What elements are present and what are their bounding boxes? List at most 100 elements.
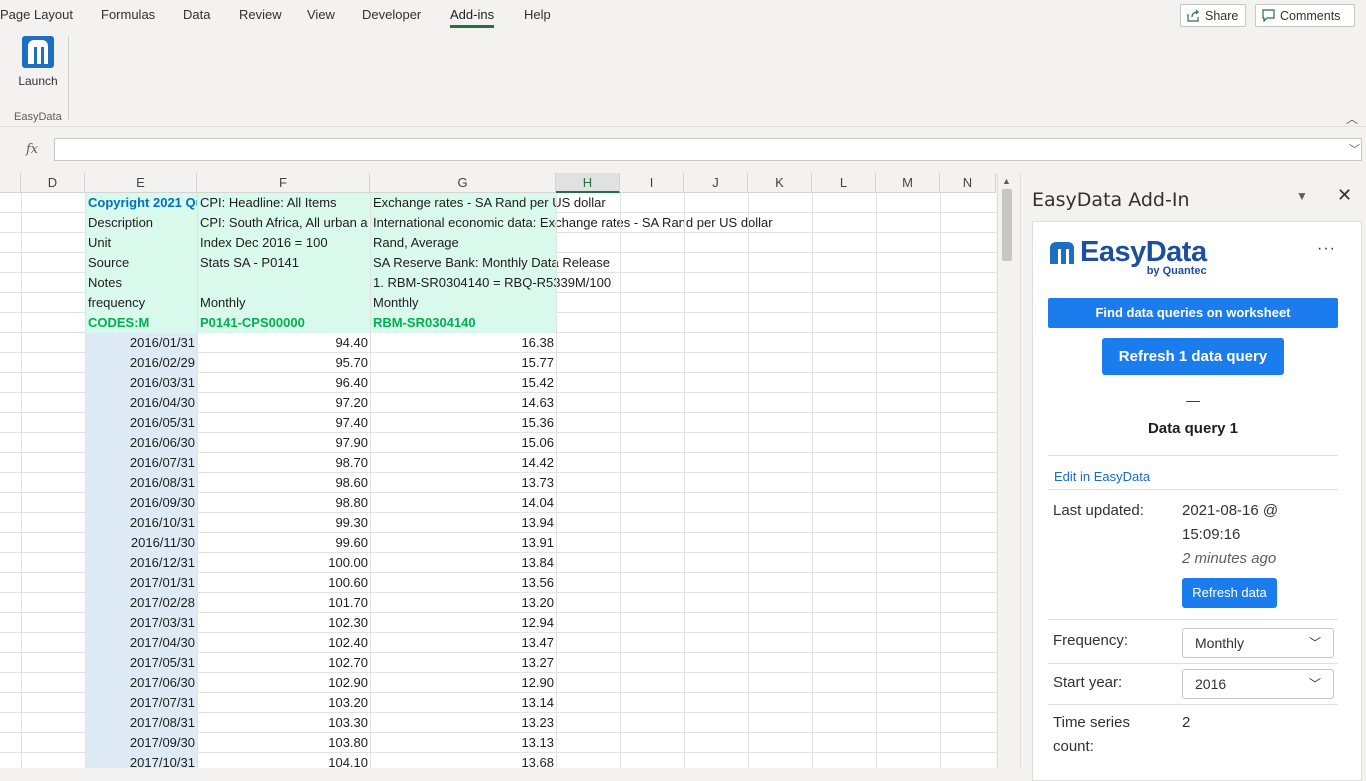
cell-e18[interactable]: 2016/11/30	[86, 533, 197, 553]
cell-e14[interactable]: 2016/07/31	[86, 453, 197, 473]
cell-f19[interactable]: 100.00	[198, 553, 370, 573]
cell-f28[interactable]: 103.80	[198, 733, 370, 753]
cell-f26[interactable]: 103.20	[198, 693, 370, 713]
column-header-h[interactable]: H	[556, 173, 620, 193]
tab-page-layout[interactable]: Page Layout	[0, 7, 73, 22]
cell-g19[interactable]: 13.84	[371, 553, 556, 573]
cell-f23[interactable]: 102.40	[198, 633, 370, 653]
edit-in-easydata-link[interactable]: Edit in EasyData	[1054, 469, 1150, 484]
cell-e12[interactable]: 2016/05/31	[86, 413, 197, 433]
cell-e22[interactable]: 2017/03/31	[86, 613, 197, 633]
cell-g20[interactable]: 13.56	[371, 573, 556, 593]
cell-g28[interactable]: 13.13	[371, 733, 556, 753]
cell-g8[interactable]: 16.38	[371, 333, 556, 353]
cell-g18[interactable]: 13.91	[371, 533, 556, 553]
cell-g9[interactable]: 15.77	[371, 353, 556, 373]
cell-e27[interactable]: 2017/08/31	[86, 713, 197, 733]
cell-e16[interactable]: 2016/09/30	[86, 493, 197, 513]
frequency-select[interactable]: Monthly ﹀	[1182, 628, 1334, 658]
scroll-up-icon[interactable]: ▲	[1002, 176, 1011, 186]
cell-g25[interactable]: 12.90	[371, 673, 556, 693]
cell-e13[interactable]: 2016/06/30	[86, 433, 197, 453]
cell-f27[interactable]: 103.30	[198, 713, 370, 733]
cell-f4[interactable]: Stats SA - P0141	[198, 253, 301, 273]
cell-g15[interactable]: 13.73	[371, 473, 556, 493]
column-header-n[interactable]: N	[940, 173, 996, 193]
cell-e11[interactable]: 2016/04/30	[86, 393, 197, 413]
cell-f6[interactable]: Monthly	[198, 293, 248, 313]
formula-input[interactable]	[54, 138, 1362, 161]
cell-g13[interactable]: 15.06	[371, 433, 556, 453]
tab-data[interactable]: Data	[183, 7, 210, 22]
cell-g21[interactable]: 13.20	[371, 593, 556, 613]
cell-g29[interactable]: 13.68	[371, 753, 556, 768]
cell-e7[interactable]: CODES:M	[86, 313, 198, 333]
cell-e10[interactable]: 2016/03/31	[86, 373, 197, 393]
cell-f29[interactable]: 104.10	[198, 753, 370, 768]
cell-e29[interactable]: 2017/10/31	[86, 753, 197, 768]
cell-g6[interactable]: Monthly	[371, 293, 421, 313]
more-options-icon[interactable]: ···	[1317, 240, 1336, 258]
cell-e17[interactable]: 2016/10/31	[86, 513, 197, 533]
cell-e15[interactable]: 2016/08/31	[86, 473, 197, 493]
cell-f5[interactable]	[198, 273, 202, 293]
cell-g17[interactable]: 13.94	[371, 513, 556, 533]
worksheet-grid[interactable]: DEFGHIJKLMN Copyright 2021 Qu CPI: Headli…	[0, 173, 996, 768]
column-header-k[interactable]: K	[748, 173, 812, 193]
refresh-data-button[interactable]: Refresh data	[1182, 578, 1277, 608]
column-header-i[interactable]: I	[620, 173, 684, 193]
cell-g10[interactable]: 15.42	[371, 373, 556, 393]
cell-g27[interactable]: 13.23	[371, 713, 556, 733]
find-queries-button[interactable]: Find data queries on worksheet	[1048, 298, 1338, 328]
cell-g5[interactable]: 1. RBM-SR0304140 = RBQ-R5339M/100	[371, 273, 613, 293]
column-header-l[interactable]: L	[812, 173, 876, 193]
tab-add-ins[interactable]: Add-ins	[450, 7, 495, 28]
cell-e8[interactable]: 2016/01/31	[86, 333, 197, 353]
cell-f10[interactable]: 96.40	[198, 373, 370, 393]
cell-e23[interactable]: 2017/04/30	[86, 633, 197, 653]
cell-f12[interactable]: 97.40	[198, 413, 370, 433]
tab-developer[interactable]: Developer	[362, 7, 421, 22]
column-header-m[interactable]: M	[876, 173, 940, 193]
cell-e1[interactable]: Copyright 2021 Qu	[86, 193, 198, 213]
cell-e26[interactable]: 2017/07/31	[86, 693, 197, 713]
cell-f22[interactable]: 102.30	[198, 613, 370, 633]
cell-f21[interactable]: 101.70	[198, 593, 370, 613]
cell-g2[interactable]: International economic data: Exchange ra…	[371, 213, 775, 233]
cell-e5[interactable]: Notes	[86, 273, 198, 293]
cell-f20[interactable]: 100.60	[198, 573, 370, 593]
cell-e21[interactable]: 2017/02/28	[86, 593, 197, 613]
chevron-down-icon[interactable]: ﹀	[1349, 141, 1360, 157]
cell-f8[interactable]: 94.40	[198, 333, 370, 353]
cell-e24[interactable]: 2017/05/31	[86, 653, 197, 673]
share-button[interactable]: Share	[1180, 4, 1246, 27]
cell-e25[interactable]: 2017/06/30	[86, 673, 197, 693]
tab-help[interactable]: Help	[524, 7, 551, 22]
tab-review[interactable]: Review	[239, 7, 282, 22]
cell-f16[interactable]: 98.80	[198, 493, 370, 513]
cell-g12[interactable]: 15.36	[371, 413, 556, 433]
cell-e3[interactable]: Unit	[86, 233, 198, 253]
launch-button[interactable]: Launch	[12, 36, 64, 92]
start-year-select[interactable]: 2016 ﹀	[1182, 669, 1334, 699]
column-header-j[interactable]: J	[684, 173, 748, 193]
refresh-queries-button[interactable]: Refresh 1 data query	[1102, 338, 1284, 375]
cell-g1[interactable]: Exchange rates - SA Rand per US dollar	[371, 193, 608, 213]
cell-f15[interactable]: 98.60	[198, 473, 370, 493]
comments-button[interactable]: Comments	[1255, 4, 1355, 27]
cell-e6[interactable]: frequency	[86, 293, 198, 313]
close-icon[interactable]: ✕	[1337, 185, 1352, 206]
cell-f3[interactable]: Index Dec 2016 = 100	[198, 233, 330, 253]
cell-f14[interactable]: 98.70	[198, 453, 370, 473]
cell-g23[interactable]: 13.47	[371, 633, 556, 653]
cell-e4[interactable]: Source	[86, 253, 198, 273]
cell-f24[interactable]: 102.70	[198, 653, 370, 673]
cell-f17[interactable]: 99.30	[198, 513, 370, 533]
cell-f11[interactable]: 97.20	[198, 393, 370, 413]
cell-f9[interactable]: 95.70	[198, 353, 370, 373]
cell-f1[interactable]: CPI: Headline: All Items	[198, 193, 339, 213]
cell-e2[interactable]: Description	[86, 213, 198, 233]
tab-formulas[interactable]: Formulas	[101, 7, 155, 22]
collapse-ribbon-icon[interactable]: ︿	[1346, 110, 1358, 127]
cell-g16[interactable]: 14.04	[371, 493, 556, 513]
